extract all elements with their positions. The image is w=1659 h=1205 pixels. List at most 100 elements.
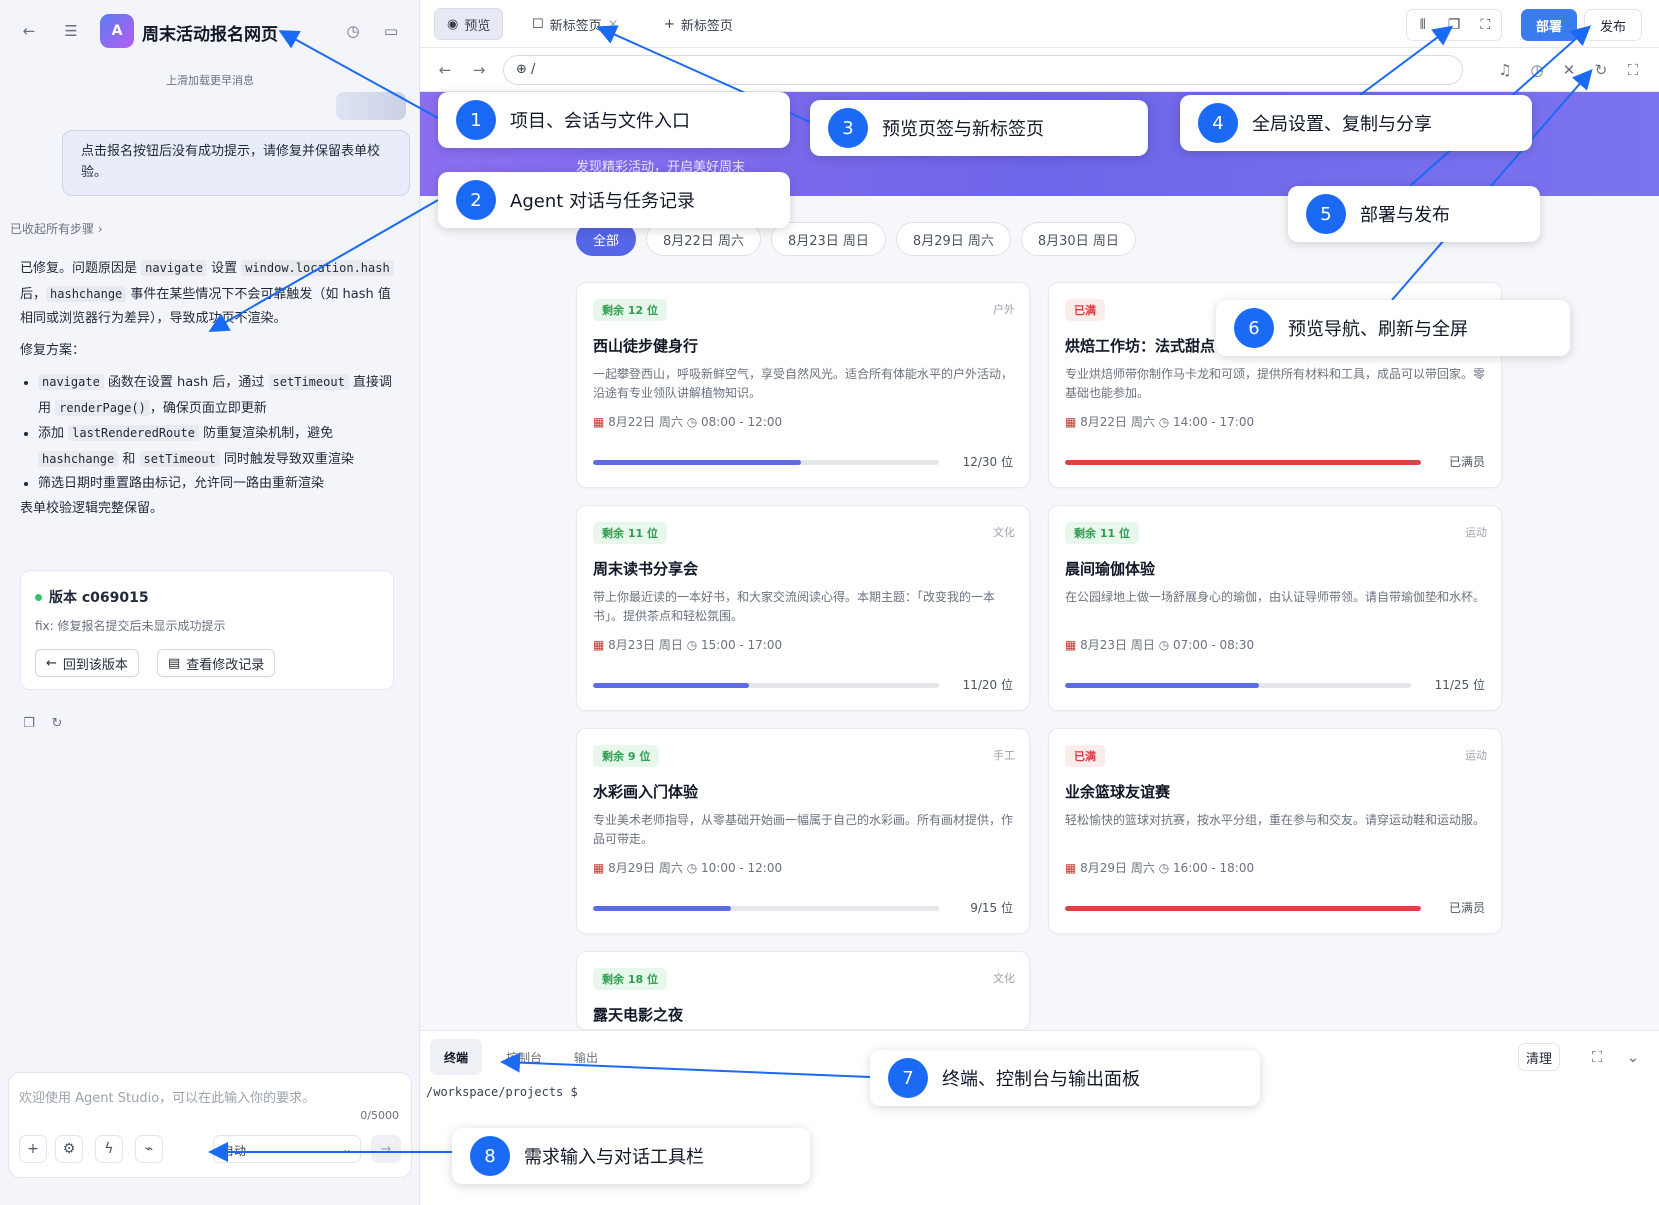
category-label: 户外	[993, 303, 1015, 316]
user-avatar	[336, 92, 406, 120]
refresh-icon[interactable]: ↻	[44, 710, 70, 736]
collapse-sidebar-icon[interactable]: ☰	[58, 18, 84, 44]
send-button[interactable]: →	[371, 1135, 401, 1163]
activity-card[interactable]: 已满 运动 业余篮球友谊赛 轻松愉快的篮球对抗赛，按水平分组，重在参与和交友。请穿运动…	[1048, 728, 1502, 934]
nav-forward-icon[interactable]: →	[466, 57, 492, 83]
card-time: 15:00 - 17:00	[701, 638, 783, 652]
add-icon[interactable]: +	[19, 1135, 47, 1163]
copy-icon[interactable]: ❐	[16, 710, 42, 736]
callout-number: 6	[1234, 308, 1274, 348]
callout-number: 3	[828, 108, 868, 148]
card-title: 烘焙工作坊：法式甜点	[1065, 337, 1216, 355]
card-meta: ▦ 8月23日 周日 ◷ 07:00 - 08:30	[1065, 636, 1254, 653]
ai-plan-list: navigate 函数在设置 hash 后，通过 setTimeout 直接调用…	[38, 370, 400, 497]
copy-icon[interactable]: ❐	[1438, 17, 1469, 33]
callout-number: 7	[888, 1058, 928, 1098]
tab-console[interactable]: 控制台	[492, 1039, 556, 1075]
card-desc: 在公园绿地上做一场舒展身心的瑜伽，由认证导师带领。请自带瑜伽垫和水杯。	[1065, 590, 1486, 604]
chevron-down-icon[interactable]: ⌄	[1620, 1044, 1646, 1070]
calendar-icon: ▦	[593, 638, 609, 652]
callout-number: 5	[1306, 194, 1346, 234]
status-badge: 剩余 11 位	[1065, 522, 1139, 544]
gear-icon[interactable]: ⚙	[55, 1135, 83, 1163]
callout-number: 8	[470, 1136, 510, 1176]
callout-number: 1	[456, 100, 496, 140]
folder-icon[interactable]: ▭	[378, 18, 404, 44]
callout-2: 2 Agent 对话与任务记录	[438, 172, 790, 228]
callout-7: 7 终端、控制台与输出面板	[870, 1050, 1260, 1106]
document-icon: ▤	[168, 655, 181, 671]
capacity-fill	[593, 906, 732, 911]
deploy-button[interactable]: 部署	[1521, 9, 1577, 41]
project-title[interactable]: 周末活动报名网页 ⌄	[142, 20, 293, 45]
activity-card[interactable]: 剩余 18 位 文化 露天电影之夜	[576, 951, 1030, 1030]
nav-back-icon[interactable]: ←	[432, 57, 458, 83]
status-badge: 剩余 11 位	[593, 522, 667, 544]
capacity-bar	[593, 683, 939, 688]
arrow-left-icon: ←	[46, 655, 57, 671]
callout-label: 终端、控制台与输出面板	[942, 1069, 1140, 1090]
prompt-input[interactable]: 欢迎使用 Agent Studio，可以在此输入你的要求。	[19, 1087, 315, 1106]
callout-6: 6 预览导航、刷新与全屏	[1216, 300, 1570, 356]
filter-chip[interactable]: 8月30日 周日	[1020, 222, 1136, 256]
version-desc: fix: 修复报名提交后未显示成功提示	[35, 619, 226, 633]
clock-icon: ◷	[682, 861, 701, 875]
clear-button[interactable]: 清理	[1518, 1043, 1560, 1071]
steps-toggle[interactable]: 已收起所有步骤 ›	[10, 220, 103, 237]
global-tools: ⦀ ❐ ⛶	[1406, 9, 1502, 41]
history-icon[interactable]: ◷	[340, 18, 366, 44]
publish-button[interactable]: 发布	[1584, 9, 1642, 41]
activity-card[interactable]: 剩余 9 位 手工 水彩画入门体验 专业美术老师指导，从零基础开始画一幅属于自己的水彩…	[576, 728, 1030, 934]
expand-icon[interactable]: ⛶	[1620, 57, 1646, 83]
tab-terminal[interactable]: 终端	[430, 1039, 483, 1075]
reload-icon[interactable]: ↻	[1588, 57, 1614, 83]
tab-new-2[interactable]: + 新标签页	[652, 8, 745, 40]
capacity-fill	[1065, 460, 1421, 465]
card-time: 07:00 - 08:30	[1173, 638, 1255, 652]
category-label: 运动	[1465, 526, 1487, 539]
tab-preview[interactable]: ◉ 预览	[434, 8, 504, 40]
clock-icon[interactable]: ◷	[1524, 57, 1550, 83]
card-title: 水彩画入门体验	[593, 783, 699, 801]
lightning-icon[interactable]: ϟ	[95, 1135, 123, 1163]
maximize-icon[interactable]: ⛶	[1584, 1044, 1610, 1070]
stop-icon[interactable]: ✕	[1556, 57, 1582, 83]
category-label: 文化	[993, 526, 1015, 539]
close-icon[interactable]: ×	[608, 17, 619, 32]
url-bar[interactable]: ⊕ /	[503, 55, 1463, 85]
callout-label: Agent 对话与任务记录	[510, 191, 696, 212]
calendar-icon: ▦	[1065, 861, 1081, 875]
plug-icon[interactable]: ⌁	[135, 1135, 163, 1163]
project-avatar[interactable]: A	[100, 14, 134, 48]
filter-chip[interactable]: 8月23日 周日	[770, 222, 886, 256]
back-icon[interactable]: ←	[16, 18, 42, 44]
callout-label: 需求输入与对话工具栏	[524, 1147, 704, 1168]
card-title: 露天电影之夜	[593, 1006, 684, 1024]
eye-icon: ◉	[447, 16, 459, 32]
filter-chip[interactable]: 8月29日 周六	[895, 222, 1011, 256]
view-changes-button[interactable]: ▤ 查看修改记录	[157, 649, 276, 677]
chat-panel: ← ☰ A 周末活动报名网页 ⌄ ◷ ▭ 上滑加载更早消息 点击报名按钮后没有成…	[0, 0, 420, 1205]
callout-label: 部署与发布	[1360, 205, 1450, 226]
terminal-prompt[interactable]: /workspace/projects $	[426, 1085, 578, 1099]
prompt-input-box[interactable]: 欢迎使用 Agent Studio，可以在此输入你的要求。 0/5000 + ⚙…	[8, 1072, 412, 1178]
activity-card[interactable]: 剩余 11 位 文化 周末读书分享会 带上你最近读的一本好书，和大家交流阅读心得。本期…	[576, 505, 1030, 711]
activity-card[interactable]: 剩余 12 位 户外 西山徒步健身行 一起攀登西山，呼吸新鲜空气，享受自然风光。适合所…	[576, 282, 1030, 488]
rollback-button[interactable]: ← 回到该版本	[35, 649, 139, 677]
card-desc: 专业烘焙师带你制作马卡龙和可颂，提供所有材料和工具，成品可以带回家。零基础也能参…	[1065, 367, 1486, 400]
version-card: 版本 c069015 fix: 修复报名提交后未显示成功提示 ← 回到该版本 ▤ 查…	[20, 570, 394, 690]
capacity-label: 11/20 位	[962, 678, 1013, 692]
capacity-label: 9/15 位	[970, 901, 1013, 915]
card-time: 14:00 - 17:00	[1173, 415, 1255, 429]
tab-new-1[interactable]: ☐ 新标签页 ×	[520, 8, 631, 40]
fullscreen-icon[interactable]: ⛶	[1470, 17, 1501, 33]
ai-paragraph: 已修复。问题原因是 navigate 设置 window.location.ha…	[20, 256, 400, 332]
settings-icon[interactable]: ⦀	[1407, 17, 1438, 33]
mode-select[interactable]: 自动 ⌄	[213, 1135, 361, 1163]
tab-output[interactable]: 输出	[560, 1039, 612, 1075]
card-time: 10:00 - 12:00	[701, 861, 783, 875]
card-time: 08:00 - 12:00	[701, 415, 783, 429]
activity-card[interactable]: 剩余 11 位 运动 晨间瑜伽体验 在公园绿地上做一场舒展身心的瑜伽，由认证导师带领。…	[1048, 505, 1502, 711]
card-date: 8月29日 周六	[608, 861, 683, 875]
bell-icon[interactable]: ♫	[1492, 57, 1518, 83]
